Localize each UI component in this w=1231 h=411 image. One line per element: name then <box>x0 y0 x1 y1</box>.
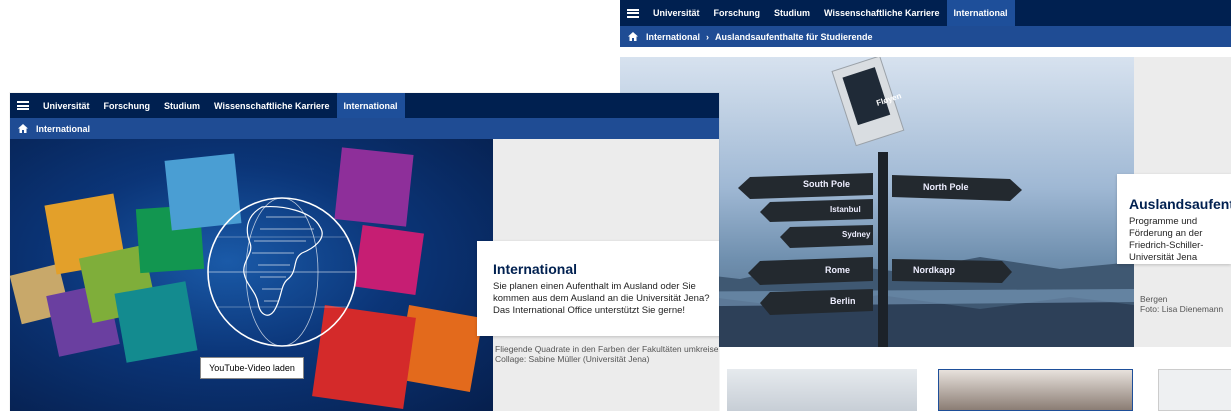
image-caption: Fliegende Quadrate in den Farben der Fak… <box>495 344 719 364</box>
main-nav: Universität Forschung Studium Wissenscha… <box>10 93 719 118</box>
breadcrumb: International <box>10 118 719 139</box>
chevron-right-icon: › <box>706 31 710 42</box>
thumbnail-2[interactable] <box>938 369 1133 411</box>
home-icon[interactable] <box>10 124 36 133</box>
sign-north-pole: North Pole <box>923 182 969 192</box>
globe-icon <box>207 197 357 347</box>
teaser-card: International Sie planen einen Aufenthal… <box>477 241 719 336</box>
caption-line: Fliegende Quadrate in den Farben der Fak… <box>495 344 719 354</box>
nav-forschung[interactable]: Forschung <box>707 0 768 26</box>
square-pink <box>353 224 425 296</box>
teaser-card: Auslandsaufenthalte Programme und Förder… <box>1117 174 1231 264</box>
menu-icon[interactable] <box>10 93 36 118</box>
image-caption: Bergen Foto: Lisa Dienemann <box>1140 294 1223 314</box>
nav-studium[interactable]: Studium <box>157 93 207 118</box>
teaser-title: Auslandsaufenthalte <box>1129 196 1231 212</box>
video-preview: YouTube-Video laden <box>10 139 493 411</box>
breadcrumb-current: International <box>36 123 91 134</box>
load-youtube-video-button[interactable]: YouTube-Video laden <box>200 357 304 379</box>
nav-studium[interactable]: Studium <box>767 0 817 26</box>
caption-credit: Collage: Sabine Müller (Universität Jena… <box>495 354 650 364</box>
nav-karriere[interactable]: Wissenschaftliche Karriere <box>207 93 336 118</box>
teaser-text: Sie planen einen Aufenthalt im Ausland o… <box>493 281 710 316</box>
nav-international[interactable]: International <box>946 0 1015 26</box>
nav-universitaet[interactable]: Universität <box>646 0 707 26</box>
nav-karriere[interactable]: Wissenschaftliche Karriere <box>817 0 946 26</box>
breadcrumb-current: Auslandsaufenthalte für Studierende <box>715 31 873 42</box>
teaser-text: Programme und Förderung an der Friedrich… <box>1129 216 1204 263</box>
caption-line: Bergen <box>1140 294 1168 304</box>
nav-international[interactable]: International <box>336 93 405 118</box>
screenshot-collage: Universität Forschung Studium Wissenscha… <box>0 0 1231 411</box>
nav-forschung[interactable]: Forschung <box>97 93 158 118</box>
home-icon[interactable] <box>620 32 646 41</box>
sign-rome: Rome <box>825 265 851 275</box>
sign-istanbul: Istanbul <box>830 205 861 214</box>
teaser-title: International <box>493 261 578 277</box>
main-nav: Universität Forschung Studium Wissenscha… <box>620 0 1231 26</box>
caption-credit: Foto: Lisa Dienemann <box>1140 304 1224 314</box>
sign-south-pole: South Pole <box>803 179 850 189</box>
sign-nordkapp: Nordkapp <box>913 265 956 275</box>
menu-icon[interactable] <box>620 0 646 26</box>
thumbnail-1[interactable] <box>727 369 917 411</box>
international-page: Universität Forschung Studium Wissenscha… <box>10 93 719 411</box>
nav-universitaet[interactable]: Universität <box>36 93 97 118</box>
breadcrumb-international[interactable]: International <box>646 32 700 42</box>
thumbnail-3[interactable] <box>1158 369 1231 411</box>
breadcrumb: International › Auslandsaufenthalte für … <box>620 26 1231 47</box>
square-teal <box>114 281 198 363</box>
sign-sydney: Sydney <box>842 230 871 239</box>
sign-berlin: Berlin <box>830 296 856 306</box>
